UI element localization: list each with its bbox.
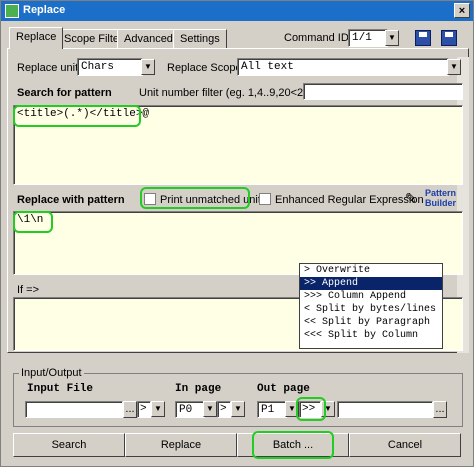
input-output-group (13, 373, 463, 427)
menu-item-split-column[interactable]: <<< Split by Column (300, 329, 442, 342)
output-mode-menu: > Overwrite >> Append >>> Column Append … (299, 263, 443, 349)
menu-item-split-paragraph[interactable]: << Split by Paragraph (300, 316, 442, 329)
replace-scope-select[interactable]: All text (237, 58, 449, 76)
input-output-label: Input/Output (19, 367, 84, 379)
tab-replace[interactable]: Replace (9, 27, 64, 49)
app-icon (5, 4, 19, 18)
save-icon[interactable] (415, 30, 431, 46)
output-mode-select[interactable]: >> (299, 401, 321, 418)
replace-unit-label: Replace unit (17, 62, 79, 74)
menu-item-column-append[interactable]: >>> Column Append (300, 290, 442, 303)
output-file-browse-button[interactable]: ... (433, 401, 447, 418)
menu-item-split-bytes-lines[interactable]: < Split by bytes/lines (300, 303, 442, 316)
replace-button[interactable]: Replace (125, 433, 237, 457)
batch-button[interactable]: Batch ... (237, 433, 349, 457)
title-bar: Replace × (1, 1, 473, 21)
in-page-label: In page (175, 383, 222, 395)
replace-unit-dropdown-icon[interactable]: ▼ (141, 59, 155, 75)
menu-item-append[interactable]: >> Append (300, 277, 442, 290)
input-file-field[interactable] (25, 401, 123, 418)
enhanced-regex-checkbox[interactable] (259, 193, 271, 205)
search-pattern-label: Search for pattern (17, 87, 112, 99)
mid-op-select[interactable]: > (217, 401, 231, 418)
enhanced-regex-label: Enhanced Regular Expression (275, 194, 424, 206)
replace-unit-select[interactable]: Chars (77, 58, 143, 76)
save-all-icon[interactable] (441, 30, 457, 46)
replace-scope-dropdown-icon[interactable]: ▼ (447, 59, 461, 75)
out-page-select[interactable]: P1 (257, 401, 287, 418)
print-unmatched-label: Print unmatched units (160, 194, 267, 206)
in-page-select[interactable]: P0 (175, 401, 205, 418)
output-mode-dropdown-icon[interactable]: ▼ (321, 401, 335, 417)
out-page-dropdown-icon[interactable]: ▼ (285, 401, 299, 417)
out-page-label: Out page (257, 383, 310, 395)
mid-op-dropdown-icon[interactable]: ▼ (231, 401, 245, 417)
command-id-field[interactable]: 1/1 (348, 29, 388, 47)
menu-item-overwrite[interactable]: > Overwrite (300, 264, 442, 277)
replace-window: Replace × Replace Scope Filter Advanced … (0, 0, 474, 467)
print-unmatched-checkbox[interactable] (144, 193, 156, 205)
window-title: Replace (23, 4, 66, 16)
unit-filter-label: Unit number filter (eg. 1,4..9,20<2>) => (139, 87, 330, 99)
search-button[interactable]: Search (13, 433, 125, 457)
input-op-select[interactable]: > (137, 401, 151, 418)
input-file-label: Input File (27, 383, 94, 395)
pattern-builder-label[interactable]: Pattern Builder (425, 188, 461, 208)
tab-settings[interactable]: Settings (173, 29, 227, 48)
output-file-field[interactable] (337, 401, 433, 418)
tab-advanced[interactable]: Advanced (117, 29, 180, 48)
cancel-button[interactable]: Cancel (349, 433, 461, 457)
if-label: If => (17, 284, 40, 296)
search-pattern-input[interactable]: <title>(.*)</title>@ (13, 105, 463, 185)
in-page-dropdown-icon[interactable]: ▼ (203, 401, 217, 417)
replace-scope-label: Replace Scope (167, 62, 242, 74)
pattern-builder-icon[interactable]: ✎ (405, 190, 417, 207)
unit-filter-input[interactable] (303, 83, 463, 100)
input-op-dropdown-icon[interactable]: ▼ (151, 401, 165, 417)
input-file-browse-button[interactable]: ... (123, 401, 137, 418)
replace-pattern-label: Replace with pattern (17, 194, 125, 206)
close-button[interactable]: × (454, 3, 470, 18)
command-id-dropdown-icon[interactable]: ▼ (385, 30, 399, 46)
